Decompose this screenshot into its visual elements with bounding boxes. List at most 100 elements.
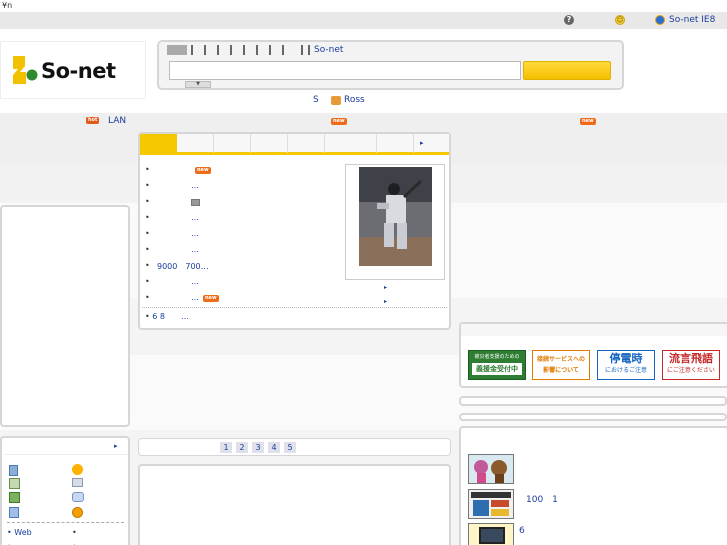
news-item[interactable]: • …: [145, 229, 199, 241]
search-tab-sep: [230, 45, 232, 55]
search-tab-sep: [243, 45, 245, 55]
page-1[interactable]: 1: [220, 442, 232, 453]
services-dash-divider: [7, 522, 124, 523]
power-outage-banner[interactable]: 停電時 におけるご注意: [597, 350, 655, 380]
coin-icon[interactable]: [72, 507, 83, 518]
ross-icon: [331, 96, 341, 105]
top-strip: ¥n: [0, 0, 727, 12]
search-panel: So-net ▼: [157, 40, 624, 90]
page-3[interactable]: 3: [252, 442, 264, 453]
subnav-ross-link[interactable]: Ross: [344, 95, 365, 105]
rumor-warning-banner[interactable]: 流言飛語 にご注意ください: [662, 350, 720, 380]
page-2[interactable]: 2: [236, 442, 248, 453]
page-4[interactable]: 4: [268, 442, 280, 453]
thumb-mascots[interactable]: [468, 454, 514, 484]
logo-text: So-net: [41, 59, 116, 83]
bullet: •: [145, 197, 150, 206]
smiley-icon[interactable]: ☺: [615, 15, 625, 25]
top-bar: ? ☺ So-net IE8: [0, 12, 727, 29]
news-tabs: ▸: [140, 134, 449, 155]
search-tab-sep: [301, 45, 303, 55]
so-net-ie8-link[interactable]: So-net IE8: [669, 15, 715, 25]
new-badge: new: [195, 167, 211, 174]
news-tab[interactable]: [214, 134, 251, 153]
news-tab[interactable]: [377, 134, 414, 153]
banner-line2: 義援金受付中: [472, 363, 522, 375]
search-tab-sep: [256, 45, 258, 55]
banner-line2: におけるご注意: [604, 367, 647, 374]
book-icon[interactable]: [9, 492, 20, 503]
search-input[interactable]: [169, 61, 521, 80]
so-net-logo[interactable]: So-net: [0, 41, 146, 99]
notice-banners-header: [461, 324, 727, 336]
map-icon[interactable]: [9, 478, 20, 489]
search-tab-active[interactable]: [167, 45, 187, 55]
top-left-text: ¥n: [2, 1, 13, 10]
baseball-player-photo: [359, 167, 432, 266]
bullet: •: [145, 277, 150, 286]
notepad-icon[interactable]: [9, 465, 18, 476]
chat-icon[interactable]: [72, 492, 84, 502]
news-tab[interactable]: [177, 134, 214, 153]
web-link[interactable]: • Web: [7, 528, 32, 537]
search-tab-so-net[interactable]: So-net: [314, 45, 343, 55]
monitor-icon[interactable]: [72, 478, 83, 487]
photo-link-arrow[interactable]: ▸: [384, 284, 387, 291]
banner-line1: 停電時: [609, 352, 643, 365]
news-item-text: …: [191, 181, 199, 190]
ie-icon: [655, 15, 665, 25]
news-tab[interactable]: [288, 134, 325, 153]
banner-line2: にご注意ください: [667, 367, 715, 374]
right-list-item-1[interactable]: 100 1: [526, 492, 558, 505]
search-button[interactable]: [523, 61, 611, 80]
photo-link-arrow[interactable]: ▸: [384, 298, 387, 305]
thumb-flyer[interactable]: [468, 489, 514, 519]
news-photo-frame[interactable]: [345, 164, 445, 280]
search-tab-sep: [308, 45, 310, 55]
mascots-image: [469, 455, 513, 483]
service-impact-banner[interactable]: 接続サービスへの 影響について: [532, 350, 590, 380]
news-tab-active[interactable]: [140, 134, 177, 155]
document-icon[interactable]: [9, 507, 19, 518]
news-item-text: 9000 700…: [157, 262, 209, 271]
thumb-tv[interactable]: [468, 523, 514, 545]
news-item[interactable]: • …: [145, 277, 199, 289]
news-item[interactable]: • …: [145, 245, 199, 257]
bullet: •: [145, 245, 150, 254]
page: ¥n ? ☺ So-net IE8 So-net So-net ▼ S Ross…: [0, 0, 727, 545]
new-badge: new: [580, 118, 596, 125]
news-item[interactable]: •: [145, 197, 200, 209]
subnav-s-link[interactable]: S: [313, 95, 319, 105]
banner-line1: 流言飛語: [669, 352, 713, 365]
donation-banner[interactable]: 被災者支援のための 義援金受付中: [468, 350, 526, 380]
lan-link[interactable]: LAN: [108, 116, 126, 126]
news-item[interactable]: • …: [145, 181, 199, 193]
bullet: •: [145, 312, 150, 321]
banner-line1: 接続サービスへの: [536, 356, 585, 363]
news-tab[interactable]: [251, 134, 288, 153]
banner-line1: 被災者支援のための: [474, 354, 520, 360]
bullet: •: [145, 165, 150, 174]
news-item[interactable]: • 9000 700…: [145, 261, 209, 273]
search-tab-sep: [282, 45, 284, 55]
news-tab[interactable]: [325, 134, 377, 153]
hot-badge: hot: [86, 117, 100, 124]
news-item[interactable]: • new: [145, 165, 211, 177]
news-item-text: …: [191, 293, 199, 302]
page-5[interactable]: 5: [284, 442, 296, 453]
news-item[interactable]: • …: [145, 213, 199, 225]
sun-icon[interactable]: [72, 464, 83, 475]
services-more-arrow[interactable]: ▸: [114, 442, 118, 450]
bullet: •: [145, 261, 150, 270]
search-options-toggle[interactable]: ▼: [185, 81, 211, 88]
right-list-item-2[interactable]: 6: [519, 526, 525, 536]
bullet: •: [145, 293, 150, 302]
new-badge: new: [331, 118, 347, 125]
tv-image: [469, 524, 513, 545]
services-box: ▸ • Web • • •: [0, 436, 130, 545]
news-item[interactable]: • 6 8 …: [145, 311, 189, 322]
news-item[interactable]: • … new: [145, 293, 219, 305]
news-tabs-next-arrow[interactable]: ▸: [420, 139, 424, 147]
help-icon[interactable]: ?: [564, 15, 574, 25]
news-item-text: …: [191, 229, 199, 238]
